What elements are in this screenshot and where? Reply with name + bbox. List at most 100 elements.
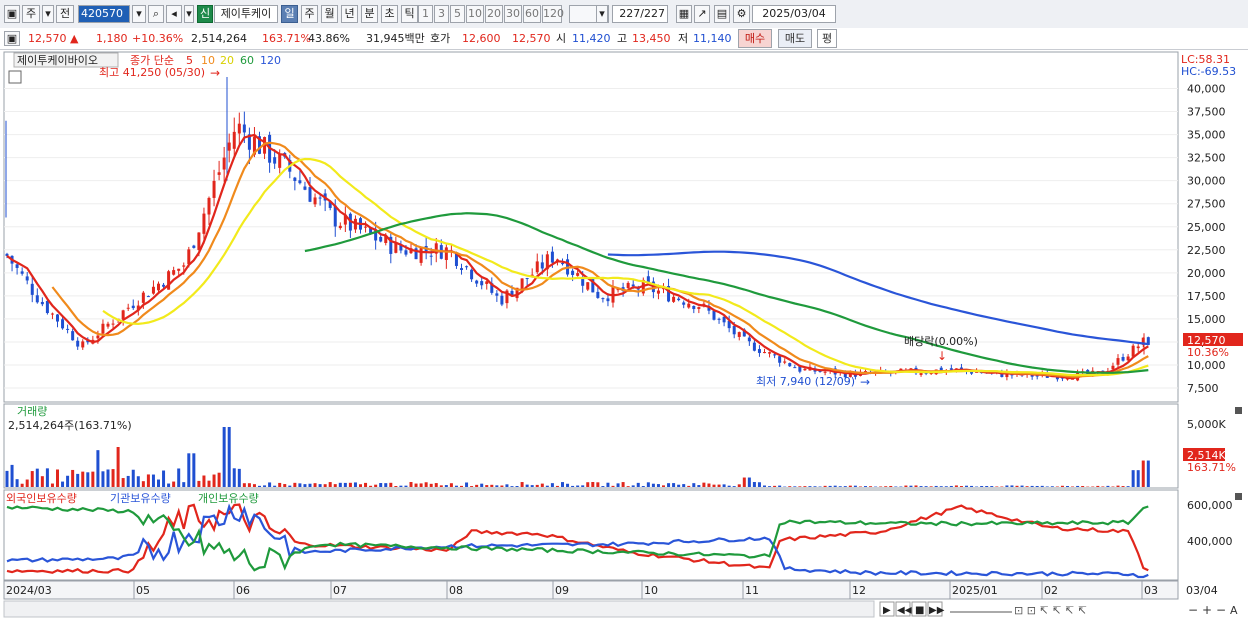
grid-icon[interactable]: ▦: [676, 5, 692, 23]
volume-bar: [656, 484, 660, 487]
candle-body: [712, 310, 716, 320]
volume-bar: [348, 482, 352, 487]
period-button-3[interactable]: 년: [341, 5, 358, 23]
search-icon[interactable]: ⌕: [148, 5, 164, 23]
candle-body: [919, 372, 923, 375]
volume-bar: [389, 482, 393, 487]
stock-code-input[interactable]: 420570: [78, 5, 130, 23]
period-button-2[interactable]: 월: [321, 5, 338, 23]
volume-bar: [1096, 485, 1100, 487]
period-button-5[interactable]: 초: [381, 5, 398, 23]
candle-body: [192, 245, 196, 248]
price-tick-0: 40,000: [1187, 83, 1226, 96]
volume-bar: [717, 484, 721, 487]
interval-dropdown-icon[interactable]: ▾: [596, 5, 608, 23]
volume-bar: [222, 427, 226, 487]
volume-bar: [500, 485, 504, 487]
volume-bar: [970, 485, 974, 487]
volume-bar: [1045, 486, 1049, 487]
volume-bar: [550, 483, 554, 487]
volume-bar: [25, 479, 29, 487]
interval-button-10[interactable]: 10: [466, 5, 484, 23]
interval-button-5[interactable]: 5: [450, 5, 465, 23]
candle-body: [783, 361, 787, 363]
speaker-dropdown-icon[interactable]: ▾: [184, 5, 194, 23]
volume-bar: [828, 485, 832, 487]
volume-bar: [414, 483, 418, 487]
candle-body: [45, 300, 49, 314]
scrollbar[interactable]: [3, 600, 875, 618]
volume-bar: [737, 484, 741, 487]
eval-button[interactable]: 평: [817, 29, 837, 48]
speaker-icon[interactable]: ◂: [166, 5, 182, 23]
bid-label: 호가: [430, 32, 451, 45]
interval-button-120[interactable]: 120: [542, 5, 564, 23]
period-button-1[interactable]: 주: [301, 5, 318, 23]
interval-button-3[interactable]: 3: [434, 5, 449, 23]
volume-bar: [566, 483, 570, 487]
ma-20-label: 20: [220, 54, 234, 67]
holding-close-icon[interactable]: [1235, 493, 1242, 500]
volume-bar: [641, 486, 645, 487]
line-icon[interactable]: −: [1216, 603, 1226, 617]
volume-bar: [813, 486, 817, 487]
candle-body: [212, 180, 216, 198]
tools-icons[interactable]: ⊡ ⊡ ↸ ↸ ↸ ↸: [1014, 604, 1087, 617]
candle-body: [656, 290, 660, 294]
period-button-6[interactable]: 틱: [401, 5, 418, 23]
volume-bar: [959, 486, 963, 487]
zoom-in-icon[interactable]: +: [1202, 603, 1212, 617]
volume-bar: [338, 482, 342, 487]
price-tick-9: 17,500: [1187, 290, 1226, 303]
volume-bar: [823, 485, 827, 487]
interval-button-60[interactable]: 60: [523, 5, 541, 23]
candle-body: [56, 314, 59, 322]
volume-title: 거래량: [17, 405, 47, 418]
save-icon[interactable]: ▤: [714, 5, 730, 23]
stock-name-field[interactable]: 제이투케이: [214, 5, 278, 23]
gear-icon[interactable]: ⚙: [733, 5, 750, 23]
volume-bar: [530, 485, 534, 487]
chart-menu-icon[interactable]: ▣: [4, 5, 20, 23]
font-icon[interactable]: A: [1230, 604, 1238, 617]
volume-bar: [475, 484, 479, 487]
date-field[interactable]: 2025/03/04: [752, 5, 836, 23]
volume-bar: [121, 478, 125, 487]
legend-foreign: 외국인보유수량: [6, 492, 77, 505]
period-button-0[interactable]: 일: [281, 5, 298, 23]
prev-button[interactable]: 전: [56, 5, 74, 23]
quote-menu-icon[interactable]: ▣: [4, 31, 20, 46]
current-price: 12,570 ▲: [28, 32, 79, 45]
interval-button-30[interactable]: 30: [504, 5, 522, 23]
volume-bar: [490, 484, 494, 487]
price-tick-8: 20,000: [1187, 267, 1226, 280]
candle-body: [500, 295, 504, 305]
volume-bar: [788, 486, 792, 487]
price-tick-12: 10,000: [1187, 359, 1226, 372]
volume-bar: [263, 485, 267, 487]
volume-bar: [889, 485, 893, 487]
volume-bar: [858, 486, 862, 487]
volume-bar: [687, 485, 691, 487]
period-dropdown-icon[interactable]: ▾: [42, 5, 54, 23]
interval-button-20[interactable]: 20: [485, 5, 503, 23]
interval-button-1[interactable]: 1: [418, 5, 433, 23]
candle-body: [30, 283, 34, 295]
candle-body: [106, 323, 110, 327]
sell-button[interactable]: 매도: [778, 29, 812, 48]
volume-bar: [364, 482, 368, 487]
volume-close-icon[interactable]: [1235, 407, 1242, 414]
code-dropdown-icon[interactable]: ▾: [132, 5, 146, 23]
count-value: 227: [619, 7, 641, 20]
crosshair-icon[interactable]: ↗: [694, 5, 710, 23]
panel-table-icon[interactable]: [8, 70, 22, 84]
period-type-select[interactable]: 주: [22, 5, 40, 23]
buy-button[interactable]: 매수: [738, 29, 772, 48]
price-tick-7: 22,500: [1187, 244, 1226, 257]
zoom-out-icon[interactable]: −: [1188, 603, 1198, 617]
count-field[interactable]: 227/227: [612, 5, 668, 23]
volume-bar: [35, 468, 39, 487]
period-button-4[interactable]: 분: [361, 5, 378, 23]
volume-bar: [419, 483, 423, 487]
chart-area[interactable]: 제이투케이바이오 종가 단순 5 10 20 60 120 최고 41,250 …: [0, 50, 1248, 621]
